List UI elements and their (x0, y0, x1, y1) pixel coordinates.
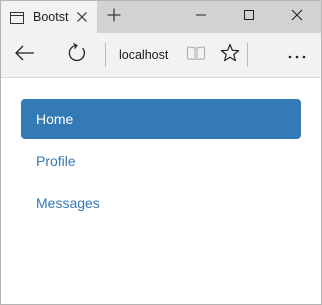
back-arrow-icon (15, 45, 35, 66)
maximize-icon (243, 8, 255, 26)
toolbar-separator (105, 43, 106, 67)
nav-pills: Home Profile Messages (21, 99, 301, 223)
minimize-button[interactable] (177, 1, 225, 33)
reading-view-icon (186, 45, 206, 66)
more-icon (288, 46, 306, 64)
reading-view-button[interactable] (179, 33, 213, 77)
nav-link-profile[interactable]: Profile (21, 141, 301, 181)
back-button[interactable] (1, 33, 49, 77)
nav-item-profile: Profile (21, 141, 301, 181)
maximize-button[interactable] (225, 1, 273, 33)
title-bar: Bootst (1, 1, 321, 33)
favorite-star-icon (220, 43, 240, 68)
more-button[interactable] (277, 33, 317, 77)
refresh-icon (67, 42, 87, 68)
page-icon (10, 11, 24, 24)
close-icon (291, 8, 303, 26)
browser-toolbar: localhost (1, 33, 321, 78)
nav-item-home: Home (21, 99, 301, 139)
refresh-button[interactable] (49, 33, 105, 77)
favorite-button[interactable] (213, 33, 247, 77)
page-content: Home Profile Messages (1, 78, 321, 223)
window-controls (177, 1, 321, 33)
address-bar[interactable]: localhost (119, 48, 179, 62)
tab-title: Bootst (33, 10, 69, 24)
close-icon[interactable] (75, 10, 89, 24)
browser-window: Bootst localhost Home Profile Messages (0, 0, 322, 305)
browser-tab[interactable]: Bootst (1, 1, 97, 33)
minimize-icon (195, 8, 207, 26)
nav-link-messages[interactable]: Messages (21, 183, 301, 223)
nav-link-home[interactable]: Home (21, 99, 301, 139)
nav-item-messages: Messages (21, 183, 301, 223)
close-window-button[interactable] (273, 1, 321, 33)
new-tab-button[interactable] (97, 1, 131, 33)
plus-icon (107, 8, 121, 27)
toolbar-separator (247, 43, 248, 67)
